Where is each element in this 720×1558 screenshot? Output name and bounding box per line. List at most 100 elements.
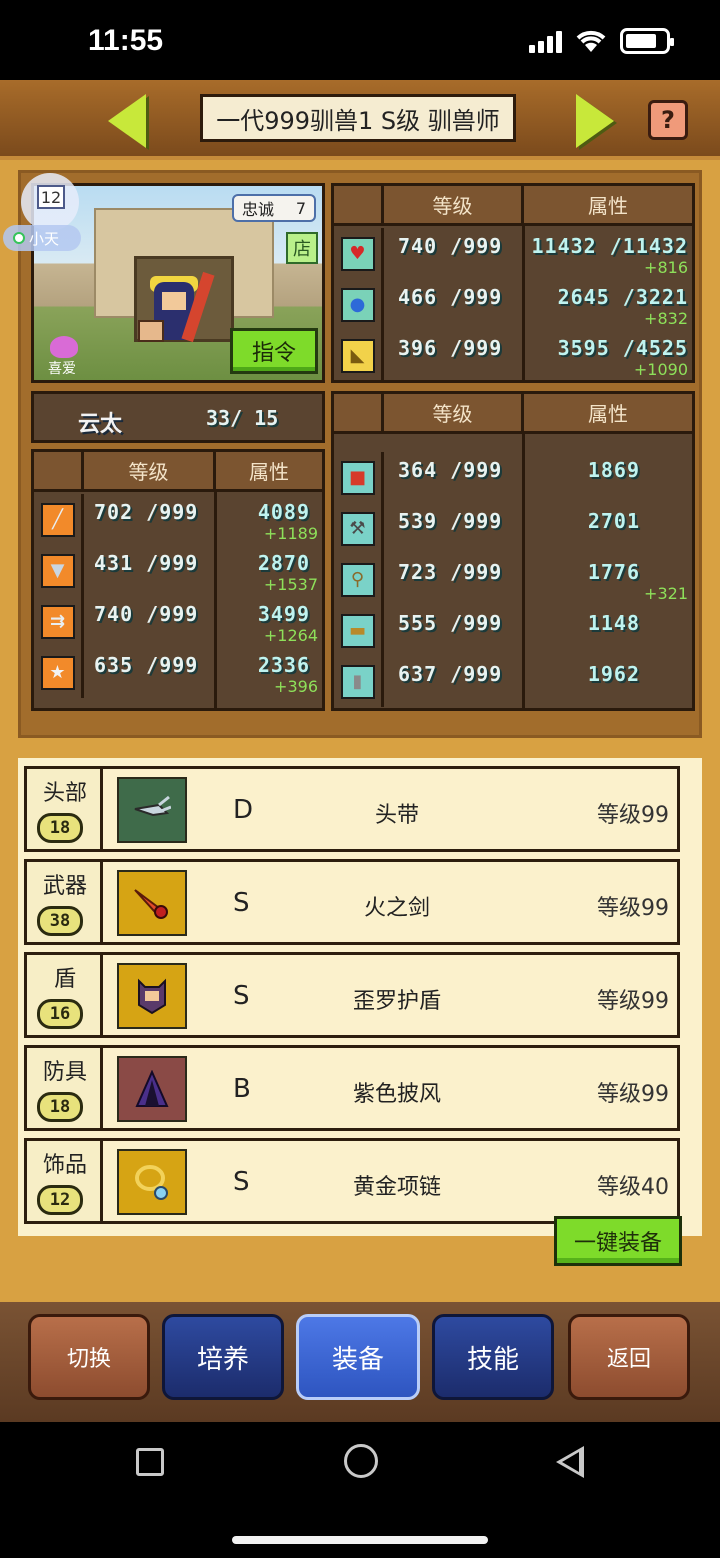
stat-bonus: +1264 [263,626,318,645]
stat-icon-cell: ╱ [34,494,84,545]
equip-row[interactable]: 防具 18 B 紫色披风 等级99 [24,1045,680,1131]
equip-slot: 武器 38 [27,862,103,942]
shovel-icon: ⚲ [340,562,375,597]
pickaxe-icon: ⚒ [340,511,375,546]
stat-value: 3499 [257,602,310,626]
stat-value: 2336 [257,653,310,677]
stat-icon-cell: ◣ [334,330,384,381]
work-stats-level-header: 等级 [384,394,524,434]
stat-row: ⚒ 539 /999 2701 [334,503,692,554]
arrows-icon: ⇉ [40,604,75,639]
wifi-icon [576,30,606,52]
muscle-icon: ◣ [340,338,375,373]
stat-icon-cell: ♥ [334,228,384,279]
equip-row[interactable]: 饰品 12 S 黄金项链 等级40 [24,1138,680,1224]
stat-icon-cell: ▬ [334,605,384,656]
star-icon: ★ [40,655,75,690]
system-nav-bar [0,1422,720,1558]
hero-face [162,292,186,310]
stat-bonus: +1189 [263,524,318,543]
equip-item-level: 等级99 [597,803,669,828]
stat-icon-cell: ■ [334,452,384,503]
stat-level: 466 /999 [398,285,503,309]
stat-level: 396 /999 [398,336,503,360]
stat-bonus: +832 [644,309,688,328]
book-icon: ■ [340,460,375,495]
stat-bonus: +396 [274,677,318,696]
like-label: 喜爱 [48,361,76,377]
work-stats-corner [334,394,384,434]
top-stats-corner [334,186,384,226]
stat-bonus: +1090 [633,360,688,379]
info-panel: 忠诚 7 店 指令 喜爱 等级 属性 ♥ 740 /999 11432 /11432… [3,170,702,738]
equip-grade: S [233,1167,250,1197]
equipment-panel: 头部 18 D 头带 等级99 武器 38 S 火之剑 等级99 盾 16 S 歪罗护盾 等级99 防具 18 B… [18,758,702,1236]
top-stats-table: 等级 属性 ♥ 740 /999 11432 /11432 +816 ● 466 /999… [331,183,695,383]
tab-button[interactable]: 切换 [28,1314,150,1400]
stat-value: 3595 /4525 [557,336,688,360]
equip-row[interactable]: 盾 16 S 歪罗护盾 等级99 [24,952,680,1038]
title-bar: 一代999驯兽1 S级 驯兽师 ? [0,80,720,160]
command-button[interactable]: 指令 [230,328,318,374]
stat-row: ★ 635 /999 2336 +396 [34,647,322,698]
equip-slot-name: 防具 [42,1060,87,1085]
headband-icon[interactable] [117,777,187,843]
stat-row: ⇉ 740 /999 3499 +1264 [34,596,322,647]
stat-row: ■ 364 /999 1869 [334,452,692,503]
stat-icon-cell: ● [334,279,384,330]
stat-level: 740 /999 [94,602,199,626]
prev-arrow-icon[interactable] [108,94,146,148]
top-stats-level-header: 等级 [384,186,524,226]
status-bar: 11:55 [0,0,720,80]
bottom-tab-bar: 切换 培养 装备 技能 返回 [0,1302,720,1422]
equip-all-button[interactable]: 一键装备 [554,1216,682,1266]
equip-row[interactable]: 武器 38 S 火之剑 等级99 [24,859,680,945]
shield-icon: ▼ [40,553,75,588]
stat-value: 2701 [587,509,640,533]
battery-icon [620,28,674,54]
stat-row: ▬ 555 /999 1148 [334,605,692,656]
stat-icon-cell: ▼ [34,545,84,596]
level-badge: 12 [21,173,79,231]
equip-slot-name: 头部 [42,781,87,806]
combat-stats-attr-header: 属性 [216,452,322,492]
equip-slot-level: 38 [37,906,83,936]
purple-cape-icon[interactable] [117,1056,187,1122]
stat-row: ▼ 431 /999 2870 +1537 [34,545,322,596]
recents-icon[interactable] [136,1448,164,1476]
tab-button[interactable]: 返回 [568,1314,690,1400]
back-icon[interactable] [556,1446,584,1478]
home-icon[interactable] [344,1444,378,1478]
home-indicator[interactable] [232,1536,488,1544]
equip-item-name: 头带 [374,803,419,828]
equip-item-name: 歪罗护盾 [352,989,441,1014]
loyalty-label: 忠诚 [242,200,275,219]
tab-button[interactable]: 技能 [432,1314,554,1400]
stat-icon-cell: ⚲ [334,554,384,605]
equip-row[interactable]: 头部 18 D 头带 等级99 [24,766,680,852]
master-chip[interactable]: 小天 [3,225,81,251]
equip-item-name: 紫色披风 [352,1082,441,1107]
cat-shield-icon[interactable] [117,963,187,1029]
help-button[interactable]: ? [648,100,688,140]
shop-badge[interactable]: 店 [286,232,318,264]
stat-bonus: +1537 [263,575,318,594]
work-stats-table: 等级 属性 ■ 364 /999 1869 ⚒ 539 /999 2701 ⚲ 723 /99… [331,391,695,711]
stat-row: ● 466 /999 2645 /3221 +832 [334,279,692,330]
monster-name-bar: 云太 33/ 15 [31,391,325,443]
equip-item-name: 火之剑 [363,896,430,921]
equip-grade: B [233,1074,251,1104]
tab-button[interactable]: 装备 [296,1314,420,1400]
stat-level: 431 /999 [94,551,199,575]
stat-value: 11432 /11432 [531,234,688,258]
status-icons [529,28,674,54]
equip-item-level: 等级99 [597,1082,669,1107]
loyalty-value: 7 [295,198,306,218]
next-arrow-icon[interactable] [576,94,614,148]
gold-necklace-icon[interactable] [117,1149,187,1215]
heart-icon: ♥ [340,236,375,271]
fire-sword-icon[interactable] [117,870,187,936]
equip-slot-level: 18 [37,813,83,843]
stat-value: 1148 [587,611,640,635]
tab-button[interactable]: 培养 [162,1314,284,1400]
